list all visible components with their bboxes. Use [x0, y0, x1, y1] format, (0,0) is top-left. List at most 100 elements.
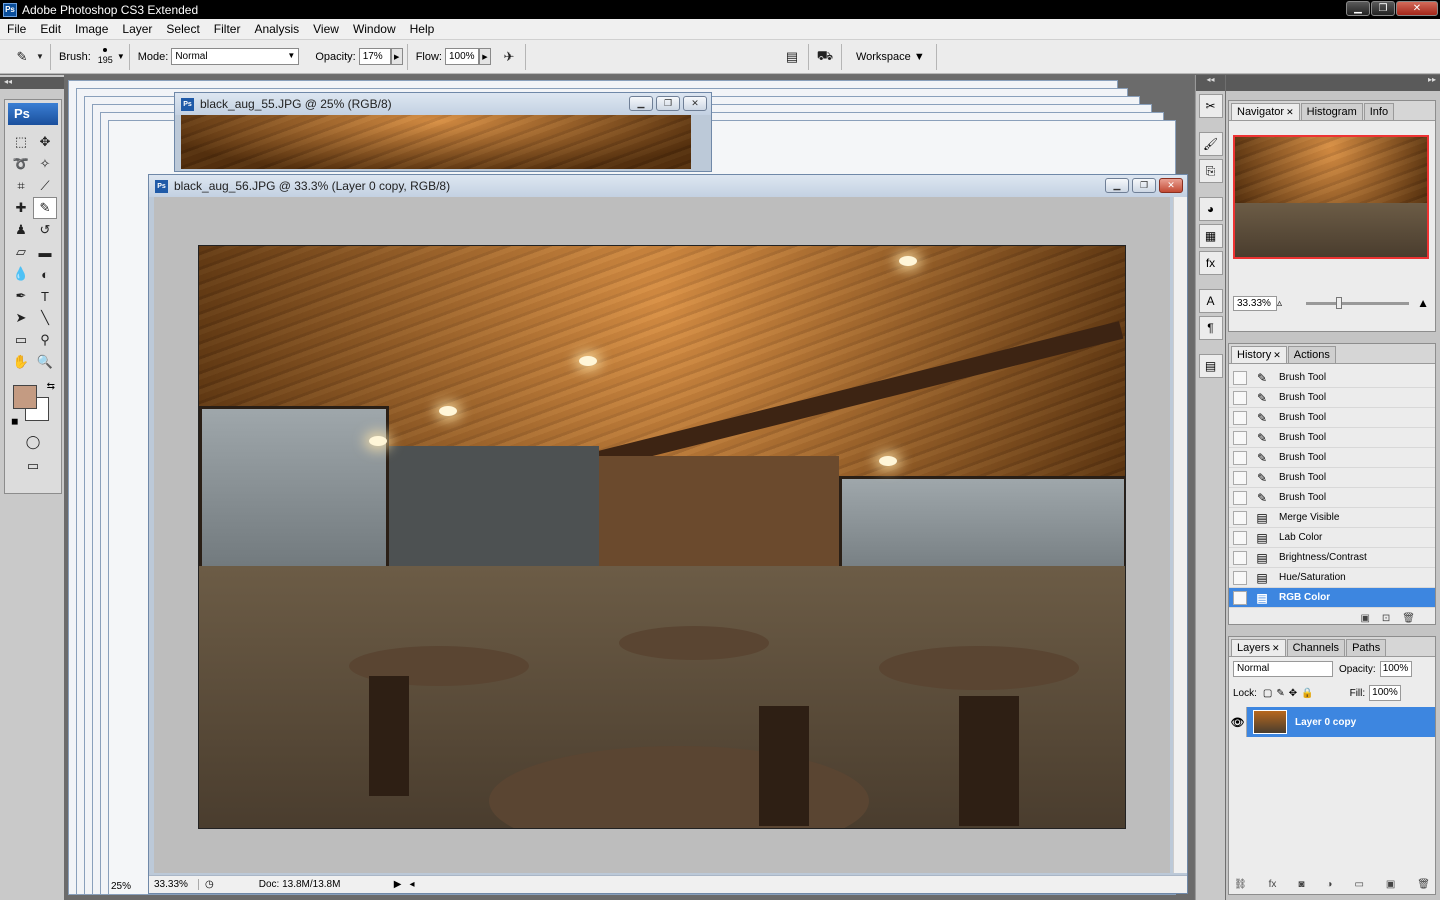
tab-channels[interactable]: Channels	[1286, 639, 1346, 656]
color-icon[interactable]: ◕	[1198, 197, 1223, 221]
gradient-tool-icon[interactable]: ▬	[33, 241, 57, 263]
crop-tool-icon[interactable]: ⌗	[9, 175, 33, 197]
quick-mask-icon[interactable]: ◯	[21, 431, 45, 453]
new-group-icon[interactable]: ▭	[1354, 879, 1363, 890]
path-selection-tool-icon[interactable]: ➤	[9, 307, 33, 329]
eyedropper-tool-icon[interactable]: ⚲	[33, 329, 57, 351]
menu-edit[interactable]: Edit	[33, 22, 68, 36]
close-button[interactable]: ✕	[1396, 1, 1438, 16]
document-titlebar[interactable]: Ps black_aug_55.JPG @ 25% (RGB/8) ▁ ❐ ✕	[175, 93, 711, 115]
document-close-button[interactable]: ✕	[683, 96, 707, 111]
document-minimize-button[interactable]: ▁	[629, 96, 653, 111]
history-item[interactable]: ▤ Brightness/Contrast	[1229, 548, 1435, 568]
restore-button[interactable]: ❐	[1371, 1, 1395, 16]
opacity-slider-button[interactable]: ▶	[390, 48, 403, 65]
layer-mask-icon[interactable]: ◙	[1298, 879, 1304, 890]
zoom-in-icon[interactable]: ▲	[1417, 296, 1429, 310]
bridge-icon[interactable]: ⛟	[813, 46, 837, 68]
fill-field[interactable]: 100%	[1369, 685, 1402, 701]
foreground-color-swatch[interactable]	[13, 385, 37, 409]
layer-style-icon[interactable]: fx	[1269, 879, 1277, 890]
document-restore-button[interactable]: ❐	[656, 96, 680, 111]
slice-tool-icon[interactable]: ⟋	[33, 175, 57, 197]
status-info-icon[interactable]: ◷	[205, 879, 214, 890]
tab-navigator[interactable]: Navigator ✕	[1231, 103, 1300, 120]
menu-file[interactable]: File	[0, 22, 33, 36]
blend-mode-select[interactable]: Normal	[1233, 661, 1333, 677]
lock-position-icon[interactable]: ✥	[1289, 688, 1297, 699]
eye-icon[interactable]: 👁	[1229, 707, 1247, 737]
history-item[interactable]: ✎ Brush Tool	[1229, 448, 1435, 468]
brush-size-picker[interactable]: 195	[98, 48, 113, 65]
tab-layers[interactable]: Layers ✕	[1231, 639, 1286, 656]
eraser-tool-icon[interactable]: ▱	[9, 241, 33, 263]
magic-wand-tool-icon[interactable]: ✧	[33, 153, 57, 175]
adjustment-layer-icon[interactable]: ◑	[1326, 879, 1332, 890]
paragraph-icon[interactable]: ¶	[1198, 316, 1223, 340]
menu-analysis[interactable]: Analysis	[247, 22, 306, 36]
zoom-tool-icon[interactable]: 🔍	[33, 351, 57, 373]
mode-select[interactable]: Normal ▼	[171, 48, 300, 65]
document-minimize-button[interactable]: ▁	[1105, 178, 1129, 193]
menu-help[interactable]: Help	[403, 22, 442, 36]
document-image-back[interactable]	[181, 115, 691, 169]
tab-history[interactable]: History ✕	[1231, 346, 1287, 363]
history-item[interactable]: ✎ Brush Tool	[1229, 408, 1435, 428]
horizontal-scrollbar[interactable]: ◂	[409, 879, 414, 890]
lock-pixels-icon[interactable]: ✎	[1276, 688, 1284, 699]
menu-image[interactable]: Image	[68, 22, 115, 36]
tab-info[interactable]: Info	[1363, 103, 1395, 120]
vertical-scrollbar[interactable]	[1173, 197, 1187, 873]
healing-brush-tool-icon[interactable]: ✚	[9, 197, 33, 219]
layer-row[interactable]: 👁 Layer 0 copy	[1229, 707, 1435, 737]
history-item[interactable]: ▤ Lab Color	[1229, 528, 1435, 548]
workspace-menu[interactable]: Workspace ▼	[856, 51, 925, 63]
marquee-tool-icon[interactable]: ⬚	[9, 131, 33, 153]
icon-dock-collapse-bar[interactable]: ◂◂	[1196, 75, 1225, 91]
trash-icon[interactable]: 🗑	[1402, 613, 1415, 624]
clone-stamp-tool-icon[interactable]: ♟	[9, 219, 33, 241]
document-close-button[interactable]: ✕	[1159, 178, 1183, 193]
document-window-back[interactable]: Ps black_aug_55.JPG @ 25% (RGB/8) ▁ ❐ ✕	[174, 92, 712, 172]
new-snapshot-icon[interactable]: ⊡	[1382, 613, 1390, 624]
brush-dropdown-icon[interactable]: ▼	[117, 52, 125, 61]
menu-window[interactable]: Window	[346, 22, 403, 36]
blur-tool-icon[interactable]: 💧	[9, 263, 33, 285]
navigator-zoom-field[interactable]: 33.33%	[1233, 295, 1277, 311]
menu-select[interactable]: Select	[159, 22, 206, 36]
tab-paths[interactable]: Paths	[1346, 639, 1387, 656]
flow-field[interactable]: 100%	[444, 48, 479, 65]
trash-icon[interactable]: 🗑	[1417, 879, 1430, 890]
new-layer-icon[interactable]: ▣	[1386, 879, 1395, 890]
toolbox-collapse-bar[interactable]: ◂◂	[0, 77, 64, 89]
document-restore-button[interactable]: ❐	[1132, 178, 1156, 193]
lock-all-icon[interactable]: 🔒	[1301, 688, 1313, 699]
flow-slider-button[interactable]: ▶	[478, 48, 491, 65]
palette-well-icon[interactable]: ▤	[780, 46, 804, 68]
opacity-field[interactable]: 17%	[358, 48, 391, 65]
menu-filter[interactable]: Filter	[207, 22, 248, 36]
menu-view[interactable]: View	[306, 22, 346, 36]
brushes-icon[interactable]: 🖌	[1198, 132, 1223, 156]
move-tool-icon[interactable]: ✥	[33, 131, 57, 153]
history-brush-tool-icon[interactable]: ↺	[33, 219, 57, 241]
swatches-icon[interactable]: ▦	[1198, 224, 1223, 248]
hand-tool-icon[interactable]: ✋	[9, 351, 33, 373]
history-item[interactable]: ▤ Merge Visible	[1229, 508, 1435, 528]
menu-layer[interactable]: Layer	[115, 22, 159, 36]
document-titlebar[interactable]: Ps black_aug_56.JPG @ 33.3% (Layer 0 cop…	[149, 175, 1187, 197]
panel-dock-collapse-bar[interactable]: ▸▸	[1226, 75, 1440, 91]
styles-icon[interactable]: fx	[1198, 251, 1223, 275]
history-item[interactable]: ✎ Brush Tool	[1229, 468, 1435, 488]
layer-comps-icon[interactable]: ▤	[1198, 354, 1223, 378]
new-document-from-state-icon[interactable]: ▣	[1360, 613, 1369, 624]
character-icon[interactable]: A	[1198, 289, 1223, 313]
pen-tool-icon[interactable]: ✒	[9, 285, 33, 307]
history-item[interactable]: ✎ Brush Tool	[1229, 428, 1435, 448]
document-image[interactable]	[198, 245, 1126, 829]
history-item[interactable]: ✎ Brush Tool	[1229, 388, 1435, 408]
screen-mode-icon[interactable]: ▭	[21, 455, 45, 477]
canvas-area[interactable]	[154, 197, 1170, 873]
link-layers-icon[interactable]: ⛓	[1234, 879, 1247, 890]
notes-tool-icon[interactable]: ▭	[9, 329, 33, 351]
